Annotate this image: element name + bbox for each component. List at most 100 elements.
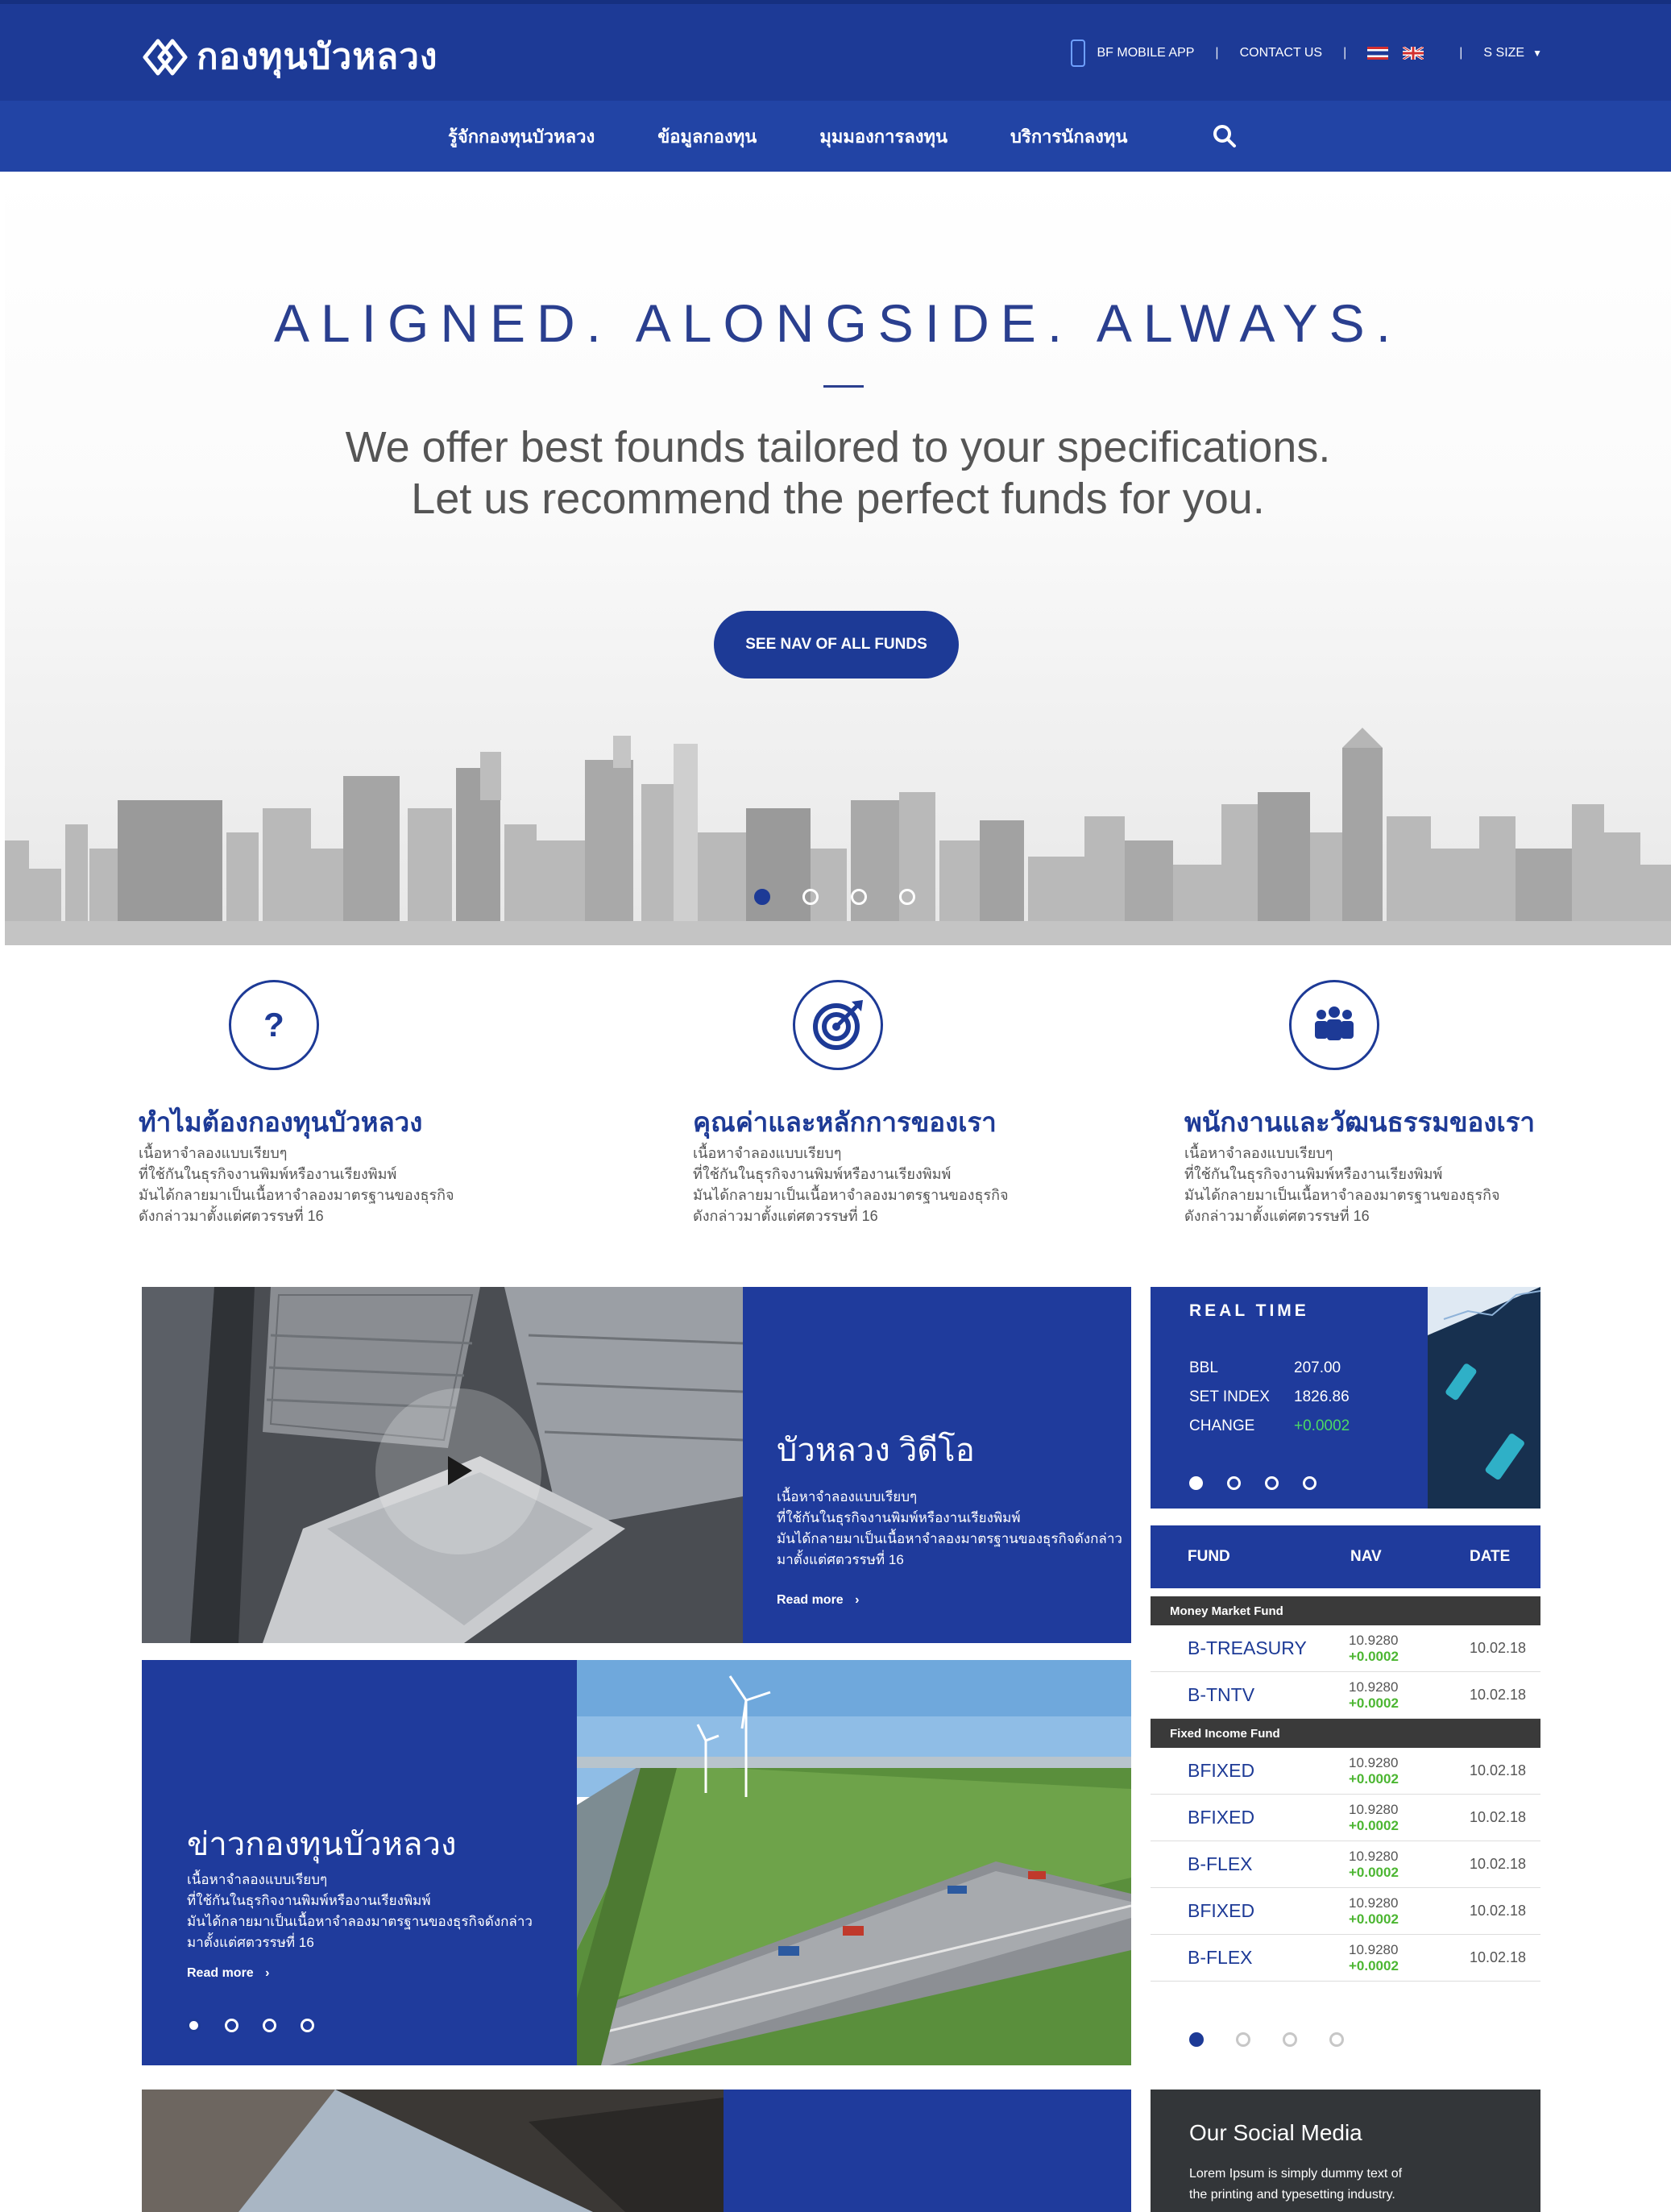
carousel-dot[interactable] <box>301 2019 314 2032</box>
social-body: Lorem Ipsum is simply dummy text of the … <box>1189 2164 1402 2206</box>
divider: | <box>1459 46 1463 60</box>
uk-flag-icon[interactable] <box>1403 47 1424 60</box>
carousel-dot[interactable] <box>1265 1476 1279 1490</box>
fund-name[interactable]: BFIXED <box>1151 1900 1349 1922</box>
stock-screen-image <box>1428 1287 1540 1509</box>
hero-subtitle-line: We offer best founds tailored to your sp… <box>345 423 1331 471</box>
fund-name[interactable]: BFIXED <box>1151 1807 1349 1828</box>
nav-value: 10.9280 <box>1349 1632 1399 1648</box>
fund-name[interactable]: B-FLEX <box>1151 1947 1349 1969</box>
search-icon[interactable] <box>1213 124 1237 148</box>
news-card: ข่าวกองทุนบัวหลวง เนื้อหาจำลองแบบเรียบๆ … <box>142 1660 577 2065</box>
fund-name[interactable]: B-FLEX <box>1151 1853 1349 1875</box>
play-icon[interactable] <box>448 1456 472 1485</box>
mobile-app-link[interactable]: BF MOBILE APP <box>1097 46 1194 60</box>
nav-change: +0.0002 <box>1349 1911 1399 1927</box>
nav-fund-info[interactable]: ข้อมูลกองทุน <box>657 122 757 151</box>
fund-name[interactable]: BFIXED <box>1151 1760 1349 1782</box>
chevron-down-icon[interactable]: ▼ <box>1532 48 1542 59</box>
fund-date: 10.02.18 <box>1470 1809 1527 1825</box>
nav-change: +0.0002 <box>1349 1695 1399 1711</box>
font-size-select[interactable]: S SIZE <box>1483 46 1524 60</box>
divider: | <box>1215 46 1219 60</box>
fund-nav: 10.9280 +0.0002 <box>1349 1802 1470 1834</box>
contact-us-link[interactable]: CONTACT US <box>1240 46 1323 60</box>
carousel-dot[interactable] <box>1189 1476 1203 1490</box>
bottom-card-image[interactable] <box>142 2090 724 2212</box>
realtime-label: CHANGE <box>1189 1417 1255 1434</box>
feature-body-line: ที่ใช้กันในธุรกิจงานพิมพ์หรืองานเรียงพิม… <box>1184 1166 1443 1182</box>
feature-body-line: เนื้อหาจำลองแบบเรียบๆ <box>1184 1145 1333 1161</box>
fund-name[interactable]: B-TREASURY <box>1151 1637 1349 1659</box>
fund-nav: 10.9280 +0.0002 <box>1349 1755 1470 1787</box>
nav-value: 10.9280 <box>1349 1895 1399 1911</box>
fund-nav: 10.9280 +0.0002 <box>1349 1849 1470 1881</box>
feature-title[interactable]: พนักงานและวัฒนธรรมของเรา <box>1184 1101 1535 1143</box>
carousel-dot[interactable] <box>263 2019 276 2032</box>
table-row[interactable]: B-TNTV 10.9280 +0.0002 10.02.18 <box>1151 1672 1540 1719</box>
feature-title[interactable]: คุณค่าและหลักการของเรา <box>693 1101 997 1143</box>
nav-about[interactable]: รู้จักกองทุนบัวหลวง <box>448 122 595 151</box>
video-thumbnail[interactable] <box>142 1287 743 1643</box>
nav-investment-view[interactable]: มุมมองการลงทุน <box>819 122 947 151</box>
carousel-dot[interactable] <box>1303 1476 1316 1490</box>
fund-nav: 10.9280 +0.0002 <box>1349 1633 1470 1665</box>
carousel-dot[interactable] <box>1283 2032 1297 2047</box>
feature-body: เนื้อหาจำลองแบบเรียบๆ ที่ใช้กันในธุรกิจง… <box>693 1143 1031 1226</box>
main-nav: รู้จักกองทุนบัวหลวง ข้อมูลกองทุน มุมมองก… <box>0 101 1671 172</box>
news-image[interactable] <box>577 1660 1131 2065</box>
carousel-dot[interactable] <box>1227 1476 1241 1490</box>
read-more-label: Read more <box>187 1966 254 1980</box>
thai-flag-icon[interactable] <box>1367 47 1389 60</box>
nav-change: +0.0002 <box>1349 1817 1399 1833</box>
carousel-dot[interactable] <box>1236 2032 1250 2047</box>
hero-subtitle: We offer best founds tailored to your sp… <box>5 421 1671 525</box>
hero-title: ALIGNED. ALONGSIDE. ALWAYS. <box>273 293 1403 353</box>
hero-carousel-dots <box>754 889 915 905</box>
table-row[interactable]: BFIXED 10.9280 +0.0002 10.02.18 <box>1151 1888 1540 1935</box>
fund-table-pagination <box>1189 2032 1344 2047</box>
table-row[interactable]: B-TREASURY 10.9280 +0.0002 10.02.18 <box>1151 1625 1540 1672</box>
carousel-dot[interactable] <box>754 889 770 905</box>
nav-investor-service[interactable]: บริการนักลงทุน <box>1010 122 1127 151</box>
carousel-dot[interactable] <box>225 2019 238 2032</box>
see-nav-button[interactable]: SEE NAV OF ALL FUNDS <box>714 611 959 679</box>
target-icon <box>813 1000 863 1050</box>
logo[interactable]: กองทุนบัวหลวง <box>139 28 437 85</box>
table-row[interactable]: BFIXED 10.9280 +0.0002 10.02.18 <box>1151 1748 1540 1795</box>
video-card: บัวหลวง วิดีโอ เนื้อหาจำลองแบบเรียบๆ ที่… <box>743 1287 1131 1643</box>
table-row[interactable]: B-FLEX 10.9280 +0.0002 10.02.18 <box>1151 1841 1540 1888</box>
carousel-dot[interactable] <box>1189 2032 1204 2047</box>
city-skyline-image <box>5 728 1671 945</box>
feature-body-line: มันได้กลายมาเป็นเนื้อหาจำลองมาตรฐานของธุ… <box>693 1187 1009 1203</box>
table-row[interactable]: BFIXED 10.9280 +0.0002 10.02.18 <box>1151 1795 1540 1841</box>
realtime-value: 207.00 <box>1294 1359 1341 1376</box>
fund-name[interactable]: B-TNTV <box>1151 1684 1349 1706</box>
feature-body-line: มันได้กลายมาเป็นเนื้อหาจำลองมาตรฐานของธุ… <box>1184 1187 1500 1203</box>
team-icon <box>1289 980 1379 1070</box>
carousel-dot[interactable] <box>1329 2032 1344 2047</box>
fund-date: 10.02.18 <box>1470 1856 1527 1872</box>
carousel-dot[interactable] <box>899 889 915 905</box>
fund-group-header: Money Market Fund <box>1151 1596 1540 1625</box>
carousel-dot[interactable] <box>851 889 867 905</box>
nav-change: +0.0002 <box>1349 1864 1399 1880</box>
news-read-more-link[interactable]: Read more › <box>187 1966 269 1981</box>
card-body-line: มันได้กลายมาเป็นเนื้อหาจำลองมาตรฐานของธุ… <box>777 1531 1122 1546</box>
feature-body-line: ที่ใช้กันในธุรกิจงานพิมพ์หรืองานเรียงพิม… <box>139 1166 397 1182</box>
top-header: กองทุนบัวหลวง BF MOBILE APP | CONTACT US… <box>0 0 1671 101</box>
realtime-label: SET INDEX <box>1189 1388 1270 1405</box>
fund-date: 10.02.18 <box>1470 1640 1527 1656</box>
carousel-dot[interactable] <box>802 889 819 905</box>
carousel-dot[interactable] <box>187 2019 201 2032</box>
feature-body-line: มันได้กลายมาเป็นเนื้อหาจำลองมาตรฐานของธุ… <box>139 1187 454 1203</box>
realtime-label: BBL <box>1189 1359 1218 1376</box>
table-row[interactable]: B-FLEX 10.9280 +0.0002 10.02.18 <box>1151 1935 1540 1982</box>
feature-body-line: เนื้อหาจำลองแบบเรียบๆ <box>693 1145 842 1161</box>
fund-nav: 10.9280 +0.0002 <box>1349 1679 1470 1712</box>
video-read-more-link[interactable]: Read more › <box>777 1593 859 1608</box>
feature-title[interactable]: ทำไมต้องกองทุนบัวหลวง <box>139 1101 422 1143</box>
mobile-phone-icon <box>1071 39 1086 67</box>
nav-change: +0.0002 <box>1349 1648 1399 1664</box>
feature-body-line: ดังกล่าวมาตั้งแต่ศตวรรษที่ 16 <box>139 1208 324 1224</box>
